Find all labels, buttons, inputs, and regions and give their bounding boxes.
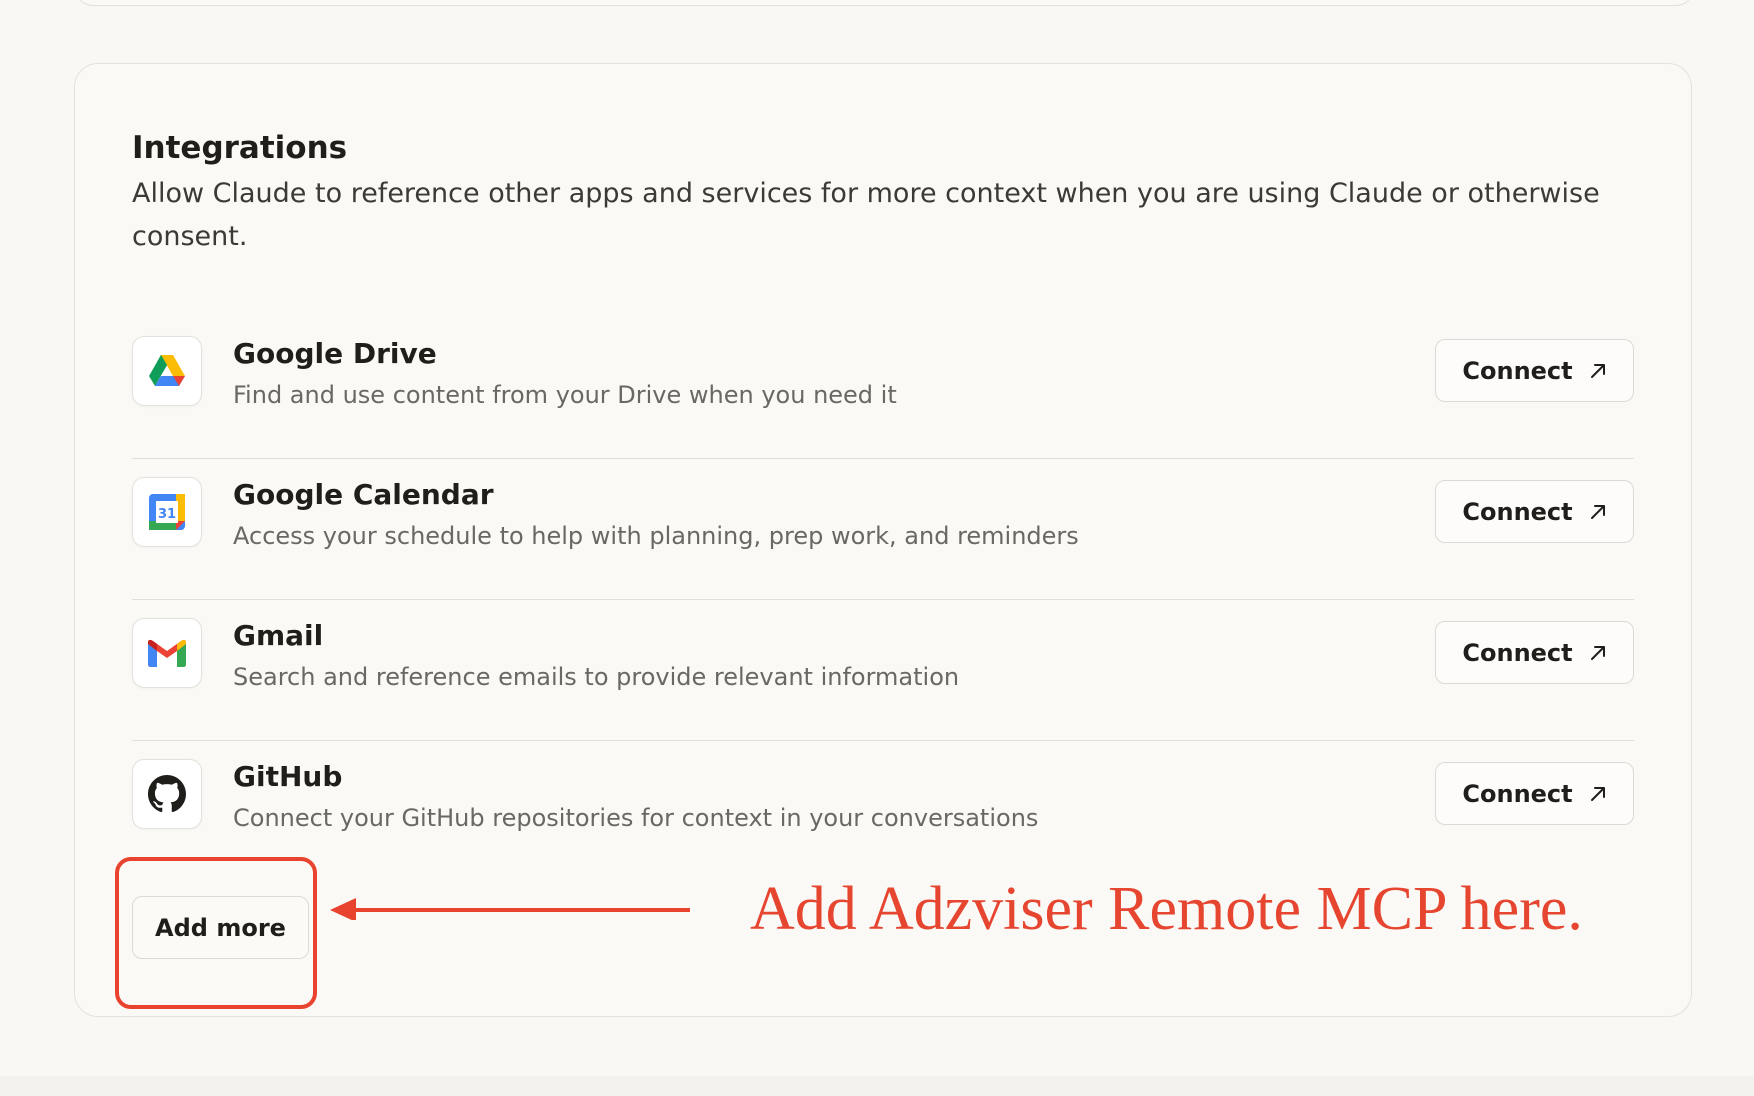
github-icon	[132, 759, 202, 829]
connect-label: Connect	[1462, 497, 1573, 526]
section-description: Allow Claude to reference other apps and…	[132, 178, 1600, 252]
integration-list: Google Drive Find and use content from y…	[132, 318, 1634, 882]
calendar-day: 31	[158, 507, 176, 522]
external-link-arrow-icon	[1590, 504, 1605, 519]
integration-name: Google Drive	[233, 337, 437, 370]
annotation-text: Add Adzviser Remote MCP here.	[750, 875, 1583, 943]
connect-gmail-button[interactable]: Connect	[1435, 621, 1634, 684]
integration-description: Connect your GitHub repositories for con…	[233, 804, 1039, 832]
integration-row-google-drive: Google Drive Find and use content from y…	[132, 318, 1634, 459]
connect-label: Connect	[1462, 779, 1573, 808]
external-link-arrow-icon	[1590, 645, 1605, 660]
previous-section-card	[75, 0, 1694, 6]
connect-google-calendar-button[interactable]: Connect	[1435, 480, 1634, 543]
annotation-highlight-box	[115, 857, 317, 1009]
integration-description: Access your schedule to help with planni…	[233, 522, 1079, 550]
integration-name: Google Calendar	[233, 478, 494, 511]
integration-row-google-calendar: 31 Google Calendar Access your schedule …	[132, 459, 1634, 600]
connect-github-button[interactable]: Connect	[1435, 762, 1634, 825]
integration-name: GitHub	[233, 760, 343, 793]
integration-description: Search and reference emails to provide r…	[233, 663, 960, 691]
connect-label: Connect	[1462, 356, 1573, 385]
bottom-strip	[0, 1076, 1754, 1096]
google-calendar-icon: 31	[132, 477, 202, 547]
integration-row-gmail: Gmail Search and reference emails to pro…	[132, 600, 1634, 741]
integration-description: Find and use content from your Drive whe…	[233, 381, 897, 409]
gmail-icon	[132, 618, 202, 688]
annotation-arrow-icon	[330, 898, 690, 920]
integration-row-github: GitHub Connect your GitHub repositories …	[132, 741, 1634, 882]
connect-google-drive-button[interactable]: Connect	[1435, 339, 1634, 402]
connect-label: Connect	[1462, 638, 1573, 667]
external-link-arrow-icon	[1590, 363, 1605, 378]
external-link-arrow-icon	[1590, 786, 1605, 801]
section-title: Integrations	[132, 130, 348, 166]
integration-name: Gmail	[233, 619, 324, 652]
google-drive-icon	[132, 336, 202, 406]
